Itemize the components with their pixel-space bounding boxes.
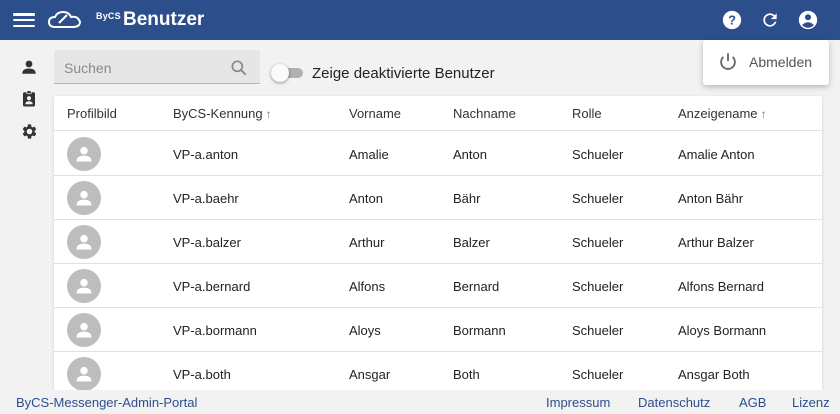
top-app-bar: ByCS Benutzer ? bbox=[0, 0, 840, 40]
cell-nachname: Bormann bbox=[453, 323, 506, 338]
default-avatar-icon bbox=[76, 190, 92, 206]
power-icon bbox=[720, 53, 736, 70]
cell-anzeigename: Amalie Anton bbox=[678, 147, 755, 162]
show-deactivated-toggle[interactable] bbox=[271, 64, 303, 82]
sidebar bbox=[0, 40, 58, 390]
default-avatar-icon bbox=[76, 234, 92, 250]
column-header-profilbild[interactable]: Profilbild bbox=[67, 106, 117, 121]
cell-nachname: Bernard bbox=[453, 279, 500, 294]
table-row[interactable]: VP-a.bormann Aloys Bormann Schueler Aloys Bo… bbox=[54, 308, 822, 352]
cell-rolle: Schueler bbox=[572, 323, 624, 338]
toggle-thumb bbox=[271, 64, 289, 82]
account-icon[interactable] bbox=[796, 8, 820, 32]
cell-anzeigename: Arthur Balzer bbox=[678, 235, 754, 250]
default-avatar-icon bbox=[76, 146, 92, 162]
account-menu: Abmelden bbox=[703, 40, 829, 85]
cell-vorname: Aloys bbox=[349, 323, 381, 338]
footer-link-impressum[interactable]: Impressum bbox=[546, 395, 610, 410]
search-input[interactable] bbox=[64, 58, 224, 78]
cell-vorname: Anton bbox=[349, 191, 383, 206]
logout-label: Abmelden bbox=[749, 54, 813, 70]
refresh-icon[interactable] bbox=[758, 8, 782, 32]
svg-text:?: ? bbox=[728, 13, 736, 28]
cell-rolle: Schueler bbox=[572, 367, 624, 382]
footer-link-lizenz[interactable]: Lizenz bbox=[792, 395, 830, 410]
cell-vorname: Amalie bbox=[349, 147, 389, 162]
portal-name: ByCS-Messenger-Admin-Portal bbox=[16, 395, 198, 410]
cell-vorname: Ansgar bbox=[349, 367, 391, 382]
footer-link-datenschutz[interactable]: Datenschutz bbox=[638, 395, 710, 410]
menu-icon[interactable] bbox=[13, 11, 35, 29]
cell-anzeigename: Anton Bähr bbox=[678, 191, 744, 206]
avatar bbox=[67, 225, 101, 259]
cell-rolle: Schueler bbox=[572, 191, 624, 206]
footer-link-agb[interactable]: AGB bbox=[739, 395, 766, 410]
gear-icon[interactable] bbox=[19, 121, 39, 141]
table-row[interactable]: VP-a.anton Amalie Anton Schueler Amalie Anto… bbox=[54, 132, 822, 176]
cell-rolle: Schueler bbox=[572, 235, 624, 250]
cell-vorname: Arthur bbox=[349, 235, 385, 250]
cell-bycs-kennung: VP-a.balzer bbox=[173, 235, 241, 250]
column-header-vorname[interactable]: Vorname bbox=[349, 106, 401, 121]
logo-text: ByCS bbox=[96, 11, 121, 21]
search-icon[interactable] bbox=[229, 58, 249, 78]
table-row[interactable]: VP-a.bernard Alfons Bernard Schueler Alfons … bbox=[54, 264, 822, 308]
cell-bycs-kennung: VP-a.bernard bbox=[173, 279, 251, 294]
cell-bycs-kennung: VP-a.baehr bbox=[173, 191, 239, 206]
person-icon[interactable] bbox=[19, 57, 39, 77]
cell-nachname: Bähr bbox=[453, 191, 481, 206]
column-header-bycs-kennung[interactable]: ByCS-Kennung ↑ bbox=[173, 106, 272, 121]
column-header-anzeigename[interactable]: Anzeigename ↑ bbox=[678, 106, 767, 121]
default-avatar-icon bbox=[76, 322, 92, 338]
cell-rolle: Schueler bbox=[572, 279, 624, 294]
cell-bycs-kennung: VP-a.both bbox=[173, 367, 231, 382]
default-avatar-icon bbox=[76, 366, 92, 382]
cell-anzeigename: Aloys Bormann bbox=[678, 323, 767, 338]
avatar bbox=[67, 181, 101, 215]
cell-nachname: Balzer bbox=[453, 235, 490, 250]
footer: ByCS-Messenger-Admin-Portal Impressum Da… bbox=[0, 390, 840, 414]
help-icon[interactable]: ? bbox=[720, 8, 744, 32]
clipboard-account-icon[interactable] bbox=[19, 89, 39, 109]
users-table: Profilbild ByCS-Kennung ↑ Vorname Nachnam… bbox=[54, 96, 822, 390]
table-row[interactable]: VP-a.both Ansgar Both Schueler Ansgar Both bbox=[54, 352, 822, 390]
column-header-rolle[interactable]: Rolle bbox=[572, 106, 602, 121]
cell-nachname: Anton bbox=[453, 147, 487, 162]
table-row[interactable]: VP-a.balzer Arthur Balzer Schueler Arthur Ba… bbox=[54, 220, 822, 264]
cell-nachname: Both bbox=[453, 367, 480, 382]
default-avatar-icon bbox=[76, 278, 92, 294]
table-header: Profilbild ByCS-Kennung ↑ Vorname Nachnam… bbox=[54, 96, 822, 131]
cell-bycs-kennung: VP-a.bormann bbox=[173, 323, 257, 338]
page-title: Benutzer bbox=[123, 9, 205, 30]
cell-anzeigename: Alfons Bernard bbox=[678, 279, 764, 294]
cell-vorname: Alfons bbox=[349, 279, 386, 294]
column-header-nachname[interactable]: Nachname bbox=[453, 106, 516, 121]
logout-menu-item[interactable]: Abmelden bbox=[703, 40, 829, 85]
avatar bbox=[67, 137, 101, 171]
cell-bycs-kennung: VP-a.anton bbox=[173, 147, 239, 162]
cloud-logo-icon bbox=[47, 10, 81, 28]
avatar bbox=[67, 313, 101, 347]
avatar bbox=[67, 269, 101, 303]
table-row[interactable]: VP-a.baehr Anton Bähr Schueler Anton Bähr bbox=[54, 176, 822, 220]
cell-rolle: Schueler bbox=[572, 147, 624, 162]
sort-arrow-icon: ↑ bbox=[760, 107, 767, 121]
avatar bbox=[67, 357, 101, 390]
cell-anzeigename: Ansgar Both bbox=[678, 367, 750, 382]
toggle-label: Zeige deaktivierte Benutzer bbox=[312, 65, 495, 82]
sort-arrow-icon: ↑ bbox=[265, 107, 272, 121]
